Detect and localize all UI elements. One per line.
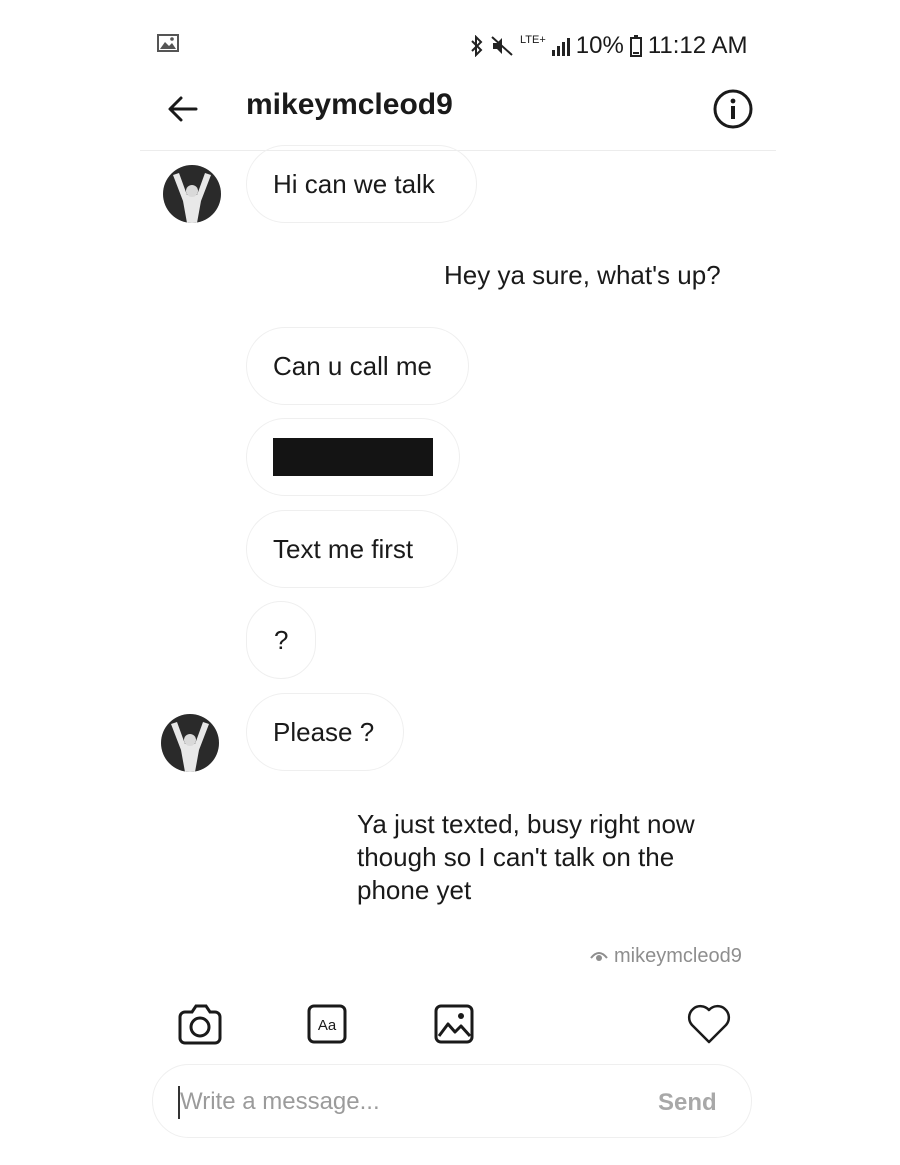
message-incoming[interactable]: Can u call me <box>246 327 469 405</box>
seen-by-name: mikeymcleod9 <box>614 945 742 967</box>
message-incoming[interactable]: ? <box>246 601 316 679</box>
clock: 11:12 AM <box>647 32 748 59</box>
conversation-title[interactable]: mikeymcleod9 <box>246 88 453 122</box>
info-circle-icon[interactable] <box>712 88 754 130</box>
mute-icon <box>490 35 514 57</box>
message-outgoing[interactable]: Hey ya sure, what's up? <box>444 259 721 292</box>
message-input[interactable] <box>180 1082 620 1122</box>
eye-icon <box>590 945 608 968</box>
status-bar: LTE+ 10% 11:12 AM <box>470 30 747 62</box>
battery-icon <box>629 35 642 57</box>
redaction-bar <box>273 438 433 476</box>
camera-icon[interactable] <box>177 1002 223 1046</box>
avatar[interactable] <box>161 714 219 772</box>
message-incoming[interactable]: Text me first <box>246 510 458 588</box>
message-line: though so I can't talk on the <box>357 842 675 872</box>
text-style-icon[interactable]: Aa <box>307 1004 347 1044</box>
gallery-icon[interactable] <box>434 1004 474 1044</box>
avatar[interactable] <box>163 165 221 223</box>
bluetooth-icon <box>470 35 484 57</box>
message-line: phone yet <box>357 875 472 905</box>
send-button[interactable]: Send <box>658 1089 717 1117</box>
message-line: Ya just texted, busy right now <box>357 809 695 839</box>
message-incoming-redacted[interactable] <box>246 418 460 496</box>
message-outgoing[interactable]: Ya just texted, busy right now though so… <box>357 808 695 907</box>
message-incoming[interactable]: Hi can we talk <box>246 145 477 223</box>
heart-icon[interactable] <box>686 1002 732 1046</box>
arrow-left-icon[interactable] <box>166 92 200 126</box>
text-style-label: Aa <box>318 1017 337 1034</box>
message-incoming[interactable]: Please ? <box>246 693 404 771</box>
signal-icon <box>551 36 570 56</box>
battery-percent: 10% <box>575 32 624 59</box>
network-type: LTE+ <box>520 34 546 46</box>
seen-indicator: mikeymcleod9 <box>590 945 742 968</box>
image-icon <box>157 34 179 52</box>
